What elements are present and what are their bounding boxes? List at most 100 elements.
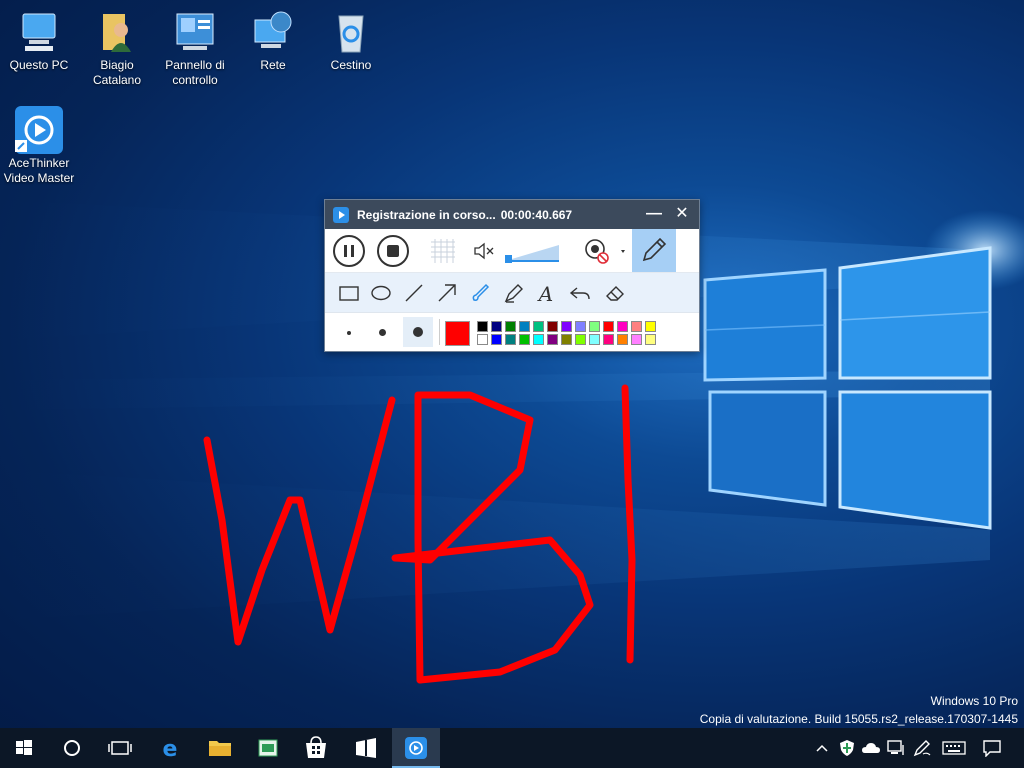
desktop-icon-user-folder[interactable]: Biagio Catalano — [78, 8, 156, 88]
volume-slider[interactable] — [503, 241, 561, 263]
store-app-button[interactable] — [244, 728, 292, 768]
media-player-icon — [356, 738, 376, 758]
pen-icon[interactable] — [912, 739, 932, 757]
desktop-icon-questo-pc[interactable]: Questo PC — [0, 8, 78, 73]
stop-icon — [387, 245, 399, 257]
text-tool-icon[interactable]: A — [534, 281, 558, 305]
color-swatch[interactable] — [477, 321, 488, 332]
color-swatch[interactable] — [547, 321, 558, 332]
windows-build-watermark: Copia di valutazione. Build 15055.rs2_re… — [699, 712, 1018, 726]
desktop-icon-label: AceThinker Video Master — [3, 156, 75, 185]
draw-mode-button[interactable] — [632, 229, 676, 272]
keyboard-icon[interactable] — [942, 740, 966, 756]
chevron-up-icon[interactable] — [814, 740, 830, 756]
color-swatch[interactable] — [575, 321, 586, 332]
color-swatch[interactable] — [477, 334, 488, 345]
cortana-button[interactable] — [48, 728, 96, 768]
color-swatch[interactable] — [631, 334, 642, 345]
media-player-button[interactable] — [342, 728, 390, 768]
acethinker-taskbar-button[interactable] — [392, 728, 440, 768]
user-folder-icon — [93, 8, 141, 56]
desktop-icon-acethinker[interactable]: AceThinker Video Master — [0, 106, 78, 186]
webcam-disabled-icon[interactable] — [583, 237, 629, 265]
windows-store-button[interactable] — [292, 728, 340, 768]
desktop-icon-network[interactable]: Rete — [234, 8, 312, 73]
color-swatch[interactable] — [645, 321, 656, 332]
color-swatch[interactable] — [547, 334, 558, 345]
desktop-icon-label: Cestino — [330, 58, 372, 72]
color-swatch[interactable] — [519, 334, 530, 345]
recorder-titlebar[interactable]: Registrazione in corso... 00:00:40.667 —… — [325, 200, 699, 229]
edge-button[interactable]: e — [146, 728, 194, 768]
acethinker-app-icon — [333, 206, 349, 223]
line-tool-icon[interactable] — [402, 281, 426, 305]
color-swatch[interactable] — [561, 321, 572, 332]
color-swatch[interactable] — [533, 334, 544, 345]
drawing-tools-bar: A — [325, 273, 699, 313]
cortana-icon — [64, 740, 80, 756]
color-swatch[interactable] — [603, 334, 614, 345]
screenshot-grid-icon[interactable] — [431, 239, 455, 263]
file-explorer-icon — [209, 741, 231, 756]
color-swatch[interactable] — [533, 321, 544, 332]
pencil-icon — [642, 237, 667, 262]
color-swatch[interactable] — [617, 334, 628, 345]
color-swatch[interactable] — [617, 321, 628, 332]
eraser-tool-icon[interactable] — [603, 281, 627, 305]
brush-tool-icon[interactable] — [468, 281, 492, 305]
highlighter-tool-icon[interactable] — [501, 281, 525, 305]
desktop-icon-control-panel[interactable]: Pannello di controllo — [156, 8, 234, 88]
onedrive-icon[interactable] — [861, 740, 881, 756]
task-view-icon — [108, 741, 132, 755]
windows-edition-watermark: Windows 10 Pro — [930, 694, 1018, 708]
rectangle-tool-icon[interactable] — [337, 281, 361, 305]
notification-icon[interactable] — [982, 739, 1002, 757]
color-swatch[interactable] — [589, 334, 600, 345]
windows-store-icon — [306, 736, 326, 758]
task-view-button[interactable] — [96, 728, 144, 768]
screen-recorder-toolbar[interactable]: Registrazione in corso... 00:00:40.667 —… — [324, 199, 700, 352]
color-swatch[interactable] — [575, 334, 586, 345]
pause-icon — [344, 245, 354, 257]
taskbar: e — [0, 728, 1024, 768]
file-explorer-button[interactable] — [196, 728, 244, 768]
arrow-tool-icon[interactable] — [435, 281, 459, 305]
color-swatch[interactable] — [603, 321, 614, 332]
color-swatch[interactable] — [645, 334, 656, 345]
desktop-icon-recycle-bin[interactable]: Cestino — [312, 8, 390, 73]
drawn-annotation — [203, 384, 636, 684]
color-swatch[interactable] — [491, 321, 502, 332]
acethinker-taskbar-icon — [405, 737, 427, 759]
recording-status: Registrazione in corso... — [357, 207, 496, 222]
defender-icon[interactable] — [838, 739, 856, 757]
svg-text:e: e — [163, 737, 178, 762]
ellipse-tool-icon[interactable] — [369, 281, 393, 305]
undo-icon[interactable] — [568, 281, 592, 305]
color-swatch[interactable] — [519, 321, 530, 332]
minimize-button[interactable]: — — [643, 205, 665, 223]
brush-size-medium[interactable] — [379, 329, 386, 336]
speaker-muted-icon[interactable] — [473, 241, 497, 261]
stop-button[interactable] — [377, 235, 409, 267]
brush-size-large-button[interactable] — [403, 317, 433, 347]
color-swatch[interactable] — [631, 321, 642, 332]
divider — [439, 319, 440, 345]
color-swatch[interactable] — [561, 334, 572, 345]
color-swatch[interactable] — [505, 334, 516, 345]
brush-size-large — [413, 327, 423, 337]
start-button[interactable] — [0, 728, 48, 768]
edge-icon: e — [163, 737, 178, 762]
color-swatch[interactable] — [491, 334, 502, 345]
desktop-icon-label: Pannello di controllo — [165, 58, 225, 87]
network-tray-icon[interactable] — [886, 739, 906, 757]
windows-start-icon — [16, 740, 32, 755]
recycle-bin-icon — [327, 8, 375, 56]
brush-size-small[interactable] — [347, 331, 351, 335]
pause-button[interactable] — [333, 235, 365, 267]
color-swatch[interactable] — [505, 321, 516, 332]
selected-color-swatch[interactable] — [445, 321, 470, 346]
store-app-icon — [258, 739, 278, 757]
color-swatch[interactable] — [589, 321, 600, 332]
network-icon — [249, 8, 297, 56]
close-button[interactable]: ✕ — [671, 205, 693, 223]
